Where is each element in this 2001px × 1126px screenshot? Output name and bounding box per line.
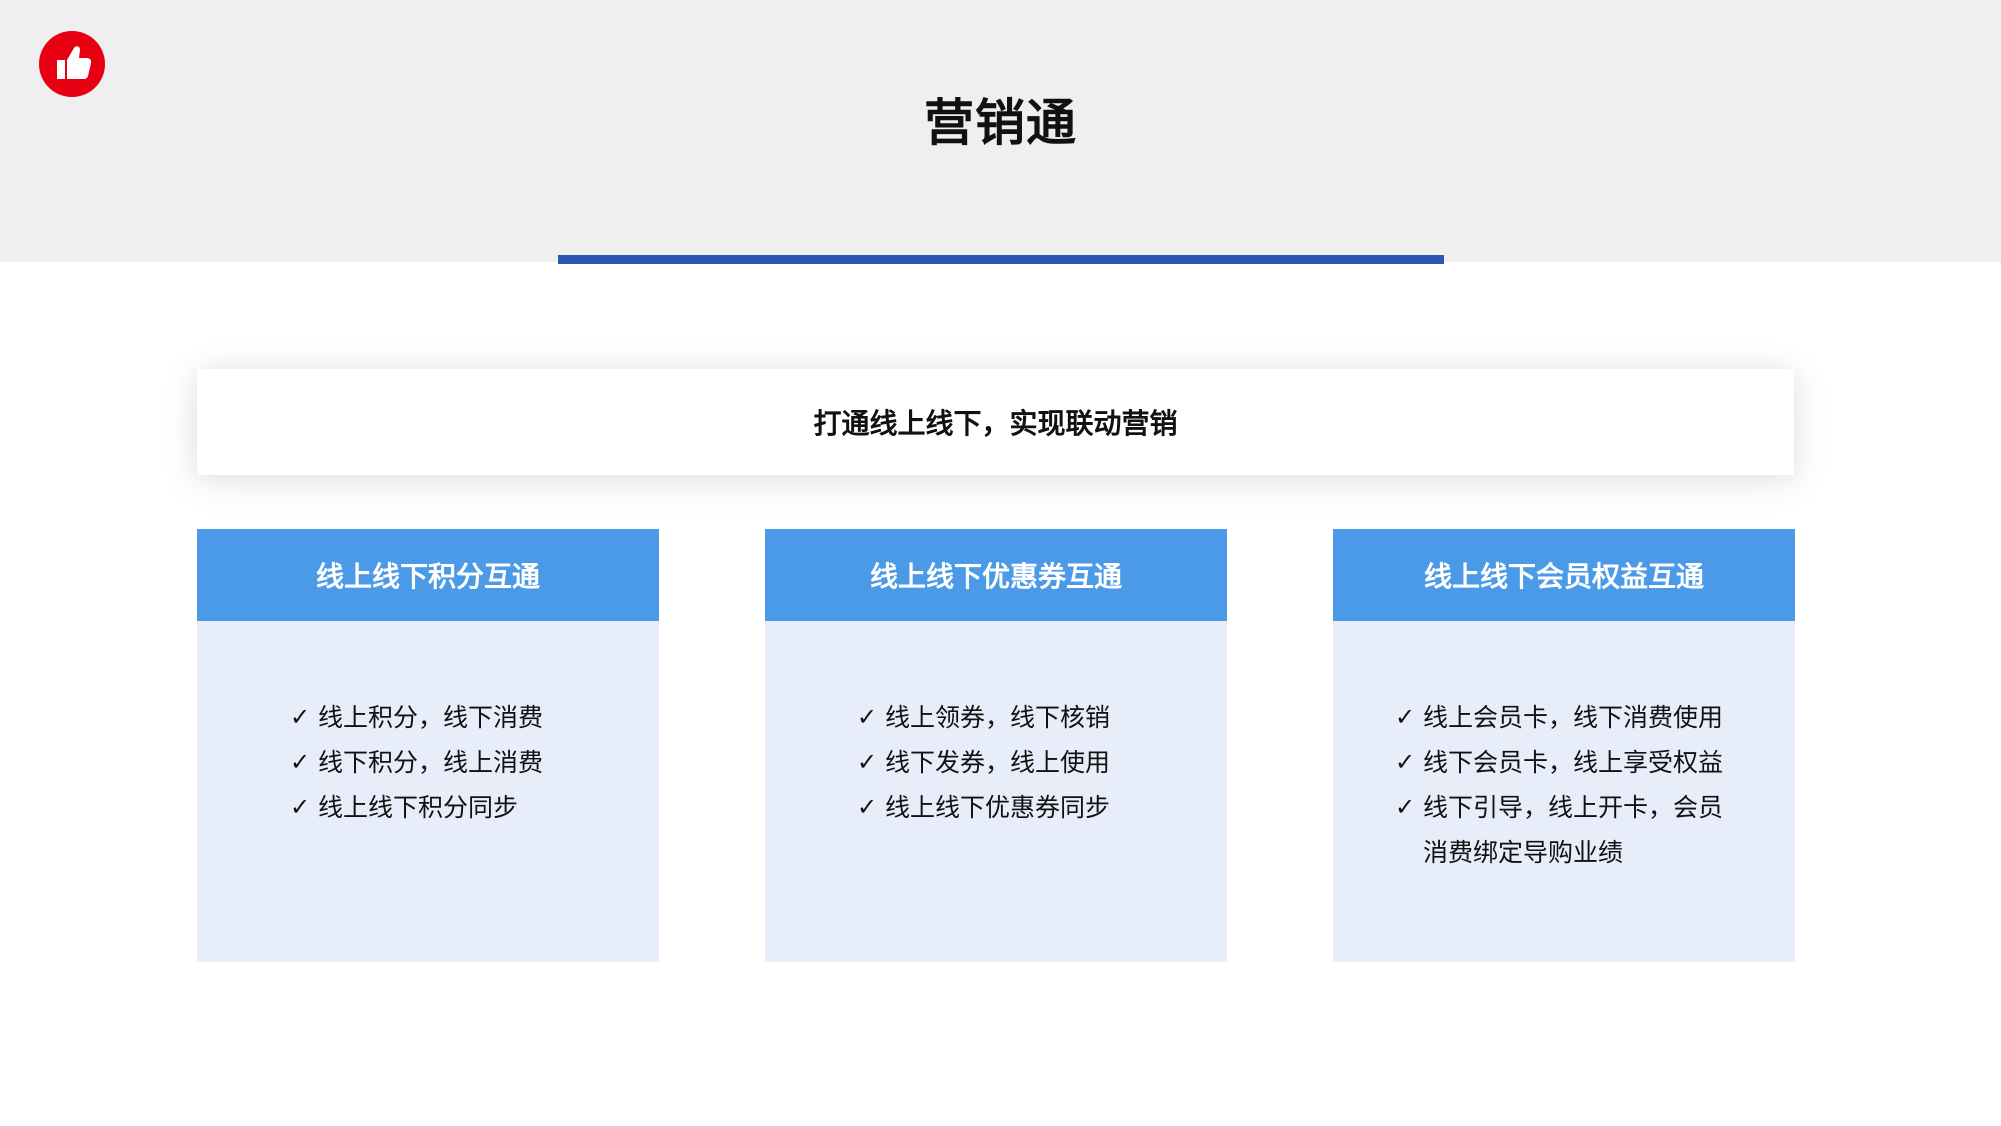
checkmark-icon: ✓ [1395, 793, 1416, 821]
card-header: 线上线下优惠券互通 [765, 529, 1227, 621]
card-header: 线上线下积分互通 [197, 529, 659, 621]
checkmark-icon: ✓ [857, 793, 878, 821]
card-feature-list: ✓ 线上积分，线下消费 ✓ 线下积分，线上消费 ✓ 线上线下积分同步 [197, 695, 659, 830]
checkmark-icon: ✓ [1395, 703, 1416, 731]
list-item: ✓ 线上领券，线下核销 [857, 695, 1227, 740]
list-item-text: 线下积分，线上消费 [318, 748, 544, 777]
card-title: 线上线下优惠券互通 [869, 560, 1122, 593]
feature-card-points: 线上线下积分互通 ✓ 线上积分，线下消费 ✓ 线下积分，线上消费 ✓ 线上线下积分同步 [197, 529, 659, 962]
card-feature-list: ✓ 线上会员卡，线下消费使用 ✓ 线下会员卡，线上享受权益 ✓ 线下引导，线上开卡，会… [1333, 695, 1795, 875]
feature-card-coupons: 线上线下优惠券互通 ✓ 线上领券，线下核销 ✓ 线下发券，线上使用 ✓ 线上线下优惠券… [765, 529, 1227, 962]
subtitle-box: 打通线上线下，实现联动营销 [197, 369, 1794, 475]
checkmark-icon: ✓ [857, 703, 878, 731]
title-underline [558, 255, 1444, 264]
list-item: ✓ 线上线下优惠券同步 [857, 785, 1227, 830]
list-item-text: 线上线下积分同步 [318, 793, 519, 822]
list-item: ✓ 线上积分，线下消费 [290, 695, 659, 740]
card-header: 线上线下会员权益互通 [1333, 529, 1795, 621]
card-title: 线上线下会员权益互通 [1423, 560, 1704, 593]
list-item: ✓ 线上线下积分同步 [290, 785, 659, 830]
checkmark-icon: ✓ [290, 748, 311, 776]
list-item: ✓ 线下会员卡，线上享受权益 [1395, 740, 1795, 785]
feature-card-membership: 线上线下会员权益互通 ✓ 线上会员卡，线下消费使用 ✓ 线下会员卡，线上享受权益 ✓… [1333, 529, 1795, 962]
list-item-text: 线下会员卡，线上享受权益 [1423, 748, 1724, 777]
subtitle-text: 打通线上线下，实现联动营销 [813, 407, 1178, 440]
checkmark-icon: ✓ [1395, 748, 1416, 776]
checkmark-icon: ✓ [290, 793, 311, 821]
checkmark-icon: ✓ [857, 748, 878, 776]
list-item-text: 线下发券，线上使用 [885, 748, 1111, 777]
list-item-text: 线上会员卡，线下消费使用 [1423, 703, 1724, 732]
list-item-text: 线上线下优惠券同步 [885, 793, 1111, 822]
list-item-text: 线下引导，线上开卡，会员消费绑定导购业绩 [1423, 793, 1724, 867]
list-item-text: 线上积分，线下消费 [318, 703, 544, 732]
list-item: ✓ 线上会员卡，线下消费使用 [1395, 695, 1795, 740]
list-item: ✓ 线下发券，线上使用 [857, 740, 1227, 785]
page-title: 营销通 [924, 94, 1077, 152]
list-item-text: 线上领券，线下核销 [885, 703, 1111, 732]
card-feature-list: ✓ 线上领券，线下核销 ✓ 线下发券，线上使用 ✓ 线上线下优惠券同步 [765, 695, 1227, 830]
card-title: 线上线下积分互通 [315, 560, 540, 593]
list-item: ✓ 线下积分，线上消费 [290, 740, 659, 785]
list-item: ✓ 线下引导，线上开卡，会员消费绑定导购业绩 [1395, 785, 1795, 875]
checkmark-icon: ✓ [290, 703, 311, 731]
